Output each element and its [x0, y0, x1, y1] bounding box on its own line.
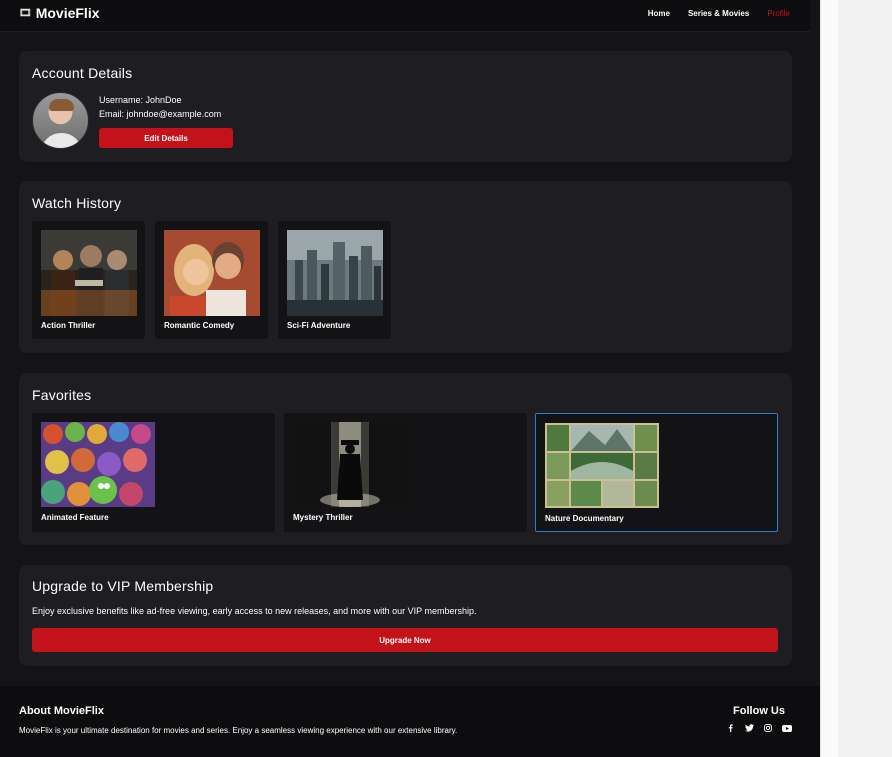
- history-item-label: Action Thriller: [41, 321, 96, 330]
- favorite-item-label: Nature Documentary: [545, 514, 624, 523]
- brand-logo[interactable]: 🎞 MovieFlix: [19, 5, 100, 21]
- youtube-icon[interactable]: [782, 723, 792, 733]
- history-item-label: Sci-Fi Adventure: [287, 321, 351, 330]
- twitter-icon[interactable]: [744, 723, 754, 733]
- favorites-card: Favorites Animated Feature Mystery Thril…: [19, 373, 792, 545]
- favorite-item-animated-feature[interactable]: Animated Feature: [32, 413, 275, 532]
- mystery-thriller-poster: [293, 422, 407, 507]
- upgrade-description: Enjoy exclusive benefits like ad-free vi…: [32, 606, 477, 616]
- email-text: Email: johndoe@example.com: [99, 109, 222, 119]
- favorite-item-label: Mystery Thriller: [293, 513, 353, 522]
- watch-history-card: Watch History Action Thriller Romantic C…: [19, 181, 792, 353]
- navbar: 🎞 MovieFlix Home Series & Movies Profile: [0, 0, 810, 32]
- favorite-item-label: Animated Feature: [41, 513, 109, 522]
- footer: About MovieFlix MovieFlix is your ultima…: [0, 686, 820, 757]
- favorite-item-mystery-thriller[interactable]: Mystery Thriller: [284, 413, 527, 532]
- page-gutter: [838, 0, 892, 757]
- nav-series-movies[interactable]: Series & Movies: [688, 9, 749, 18]
- scrollbar-track[interactable]: [820, 0, 838, 757]
- favorite-item-nature-documentary[interactable]: Nature Documentary: [535, 413, 778, 532]
- action-thriller-poster: [41, 230, 137, 316]
- history-item-label: Romantic Comedy: [164, 321, 235, 330]
- social-links: [725, 723, 792, 733]
- favorites-title: Favorites: [32, 387, 92, 403]
- brand-name: MovieFlix: [35, 5, 100, 21]
- edit-details-button[interactable]: Edit Details: [99, 128, 233, 148]
- footer-about-title: About MovieFlix: [19, 705, 104, 717]
- upgrade-title: Upgrade to VIP Membership: [32, 578, 214, 594]
- history-item-romantic-comedy[interactable]: Romantic Comedy: [155, 221, 268, 339]
- app-window: 🎞 MovieFlix Home Series & Movies Profile…: [0, 0, 820, 757]
- nav-profile[interactable]: Profile: [767, 9, 790, 18]
- history-item-sci-fi-adventure[interactable]: Sci-Fi Adventure: [278, 221, 391, 339]
- nav-home[interactable]: Home: [648, 9, 670, 18]
- animated-feature-poster: [41, 422, 155, 507]
- facebook-icon[interactable]: [725, 723, 735, 733]
- nature-documentary-poster: [545, 423, 659, 508]
- username-text: Username: JohnDoe: [99, 95, 182, 105]
- romantic-comedy-poster: [164, 230, 260, 316]
- account-title: Account Details: [32, 65, 133, 81]
- sci-fi-adventure-poster: [287, 230, 383, 316]
- history-item-action-thriller[interactable]: Action Thriller: [32, 221, 145, 339]
- account-info: Username: JohnDoe Email: johndoe@example…: [99, 93, 221, 121]
- instagram-icon[interactable]: [763, 723, 773, 733]
- follow-us-title: Follow Us: [733, 705, 785, 717]
- avatar: [32, 92, 89, 149]
- film-icon: 🎞: [19, 7, 32, 19]
- watch-history-title: Watch History: [32, 195, 122, 211]
- account-details-card: Account Details Username: JohnDoe Email:…: [19, 51, 792, 162]
- upgrade-now-button[interactable]: Upgrade Now: [32, 628, 778, 652]
- footer-about-text: MovieFlix is your ultimate destination f…: [19, 726, 458, 735]
- vip-upgrade-card: Upgrade to VIP Membership Enjoy exclusiv…: [19, 565, 792, 666]
- nav-links: Home Series & Movies Profile: [648, 9, 790, 18]
